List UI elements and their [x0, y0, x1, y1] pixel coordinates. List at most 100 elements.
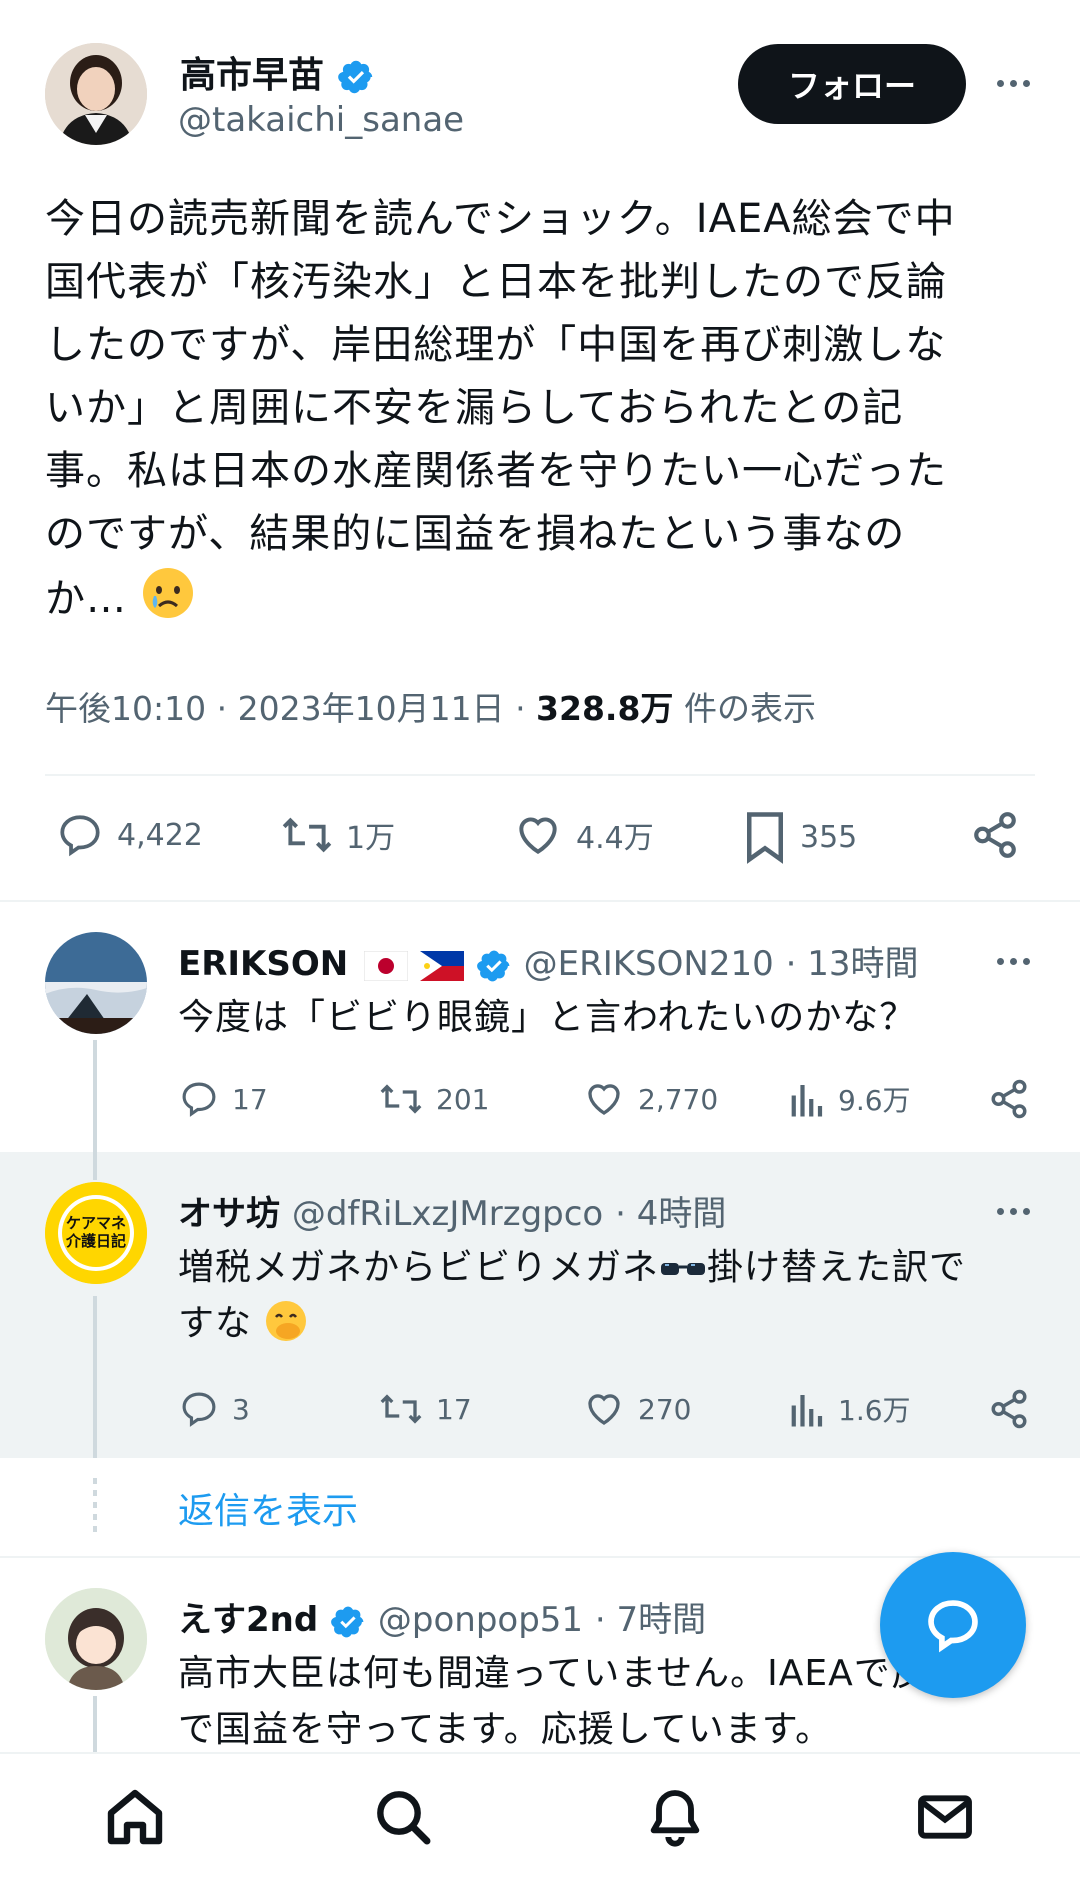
bookmark-icon — [747, 812, 783, 864]
philippines-flag-icon — [419, 950, 464, 981]
reply-button[interactable]: 4,422 — [55, 810, 203, 860]
reply-count: 3 — [232, 1392, 250, 1426]
thread-line — [93, 1152, 97, 1180]
share-icon — [991, 1079, 1027, 1119]
reply-button[interactable]: 17 — [178, 1078, 268, 1120]
retweet-button[interactable]: 17 — [378, 1388, 472, 1430]
reply-tweet[interactable]: ERIKSON @ERIKSON210 · 13時間 今度は「ビビり眼鏡」と言わ… — [0, 902, 1080, 1152]
views-button[interactable]: 1.6万 — [786, 1388, 911, 1430]
view-count: 1.6万 — [838, 1394, 911, 1427]
view-count-label: 件の表示 — [683, 689, 816, 728]
retweet-count: 201 — [436, 1082, 490, 1116]
verified-badge-icon — [337, 60, 372, 94]
reply-tweet[interactable]: ケアマネ 介護日記 オサ坊 @dfRiLxzJMrzgpco · 4時間 増税メ… — [0, 1152, 1080, 1458]
reply-text-line: 今度は「ビビり眼鏡」と言われたいのかな？ — [178, 997, 917, 1038]
crying-face-emoji-icon — [142, 568, 193, 618]
reply-text-segment: 掛け替えた訳で — [707, 1247, 967, 1288]
reply-author-handle[interactable]: @dfRiLxzJMrzgpco — [292, 1194, 603, 1234]
reply-count: 17 — [232, 1082, 268, 1116]
more-options-icon[interactable] — [988, 68, 1038, 98]
nav-home[interactable] — [100, 1782, 170, 1852]
nav-messages[interactable] — [910, 1782, 980, 1852]
thread-line — [93, 1296, 97, 1458]
author-name-text[interactable]: 高市早苗 — [180, 55, 324, 96]
envelope-icon — [918, 1795, 972, 1839]
reply-author[interactable]: オサ坊 @dfRiLxzJMrzgpco · 4時間 — [178, 1186, 726, 1235]
share-button[interactable] — [988, 1078, 1030, 1120]
compose-reply-button[interactable] — [880, 1552, 1026, 1698]
nav-notifications[interactable] — [640, 1782, 710, 1852]
nav-search[interactable] — [368, 1782, 438, 1852]
bar-chart-icon — [791, 1395, 823, 1427]
reply-avatar[interactable] — [45, 1588, 147, 1690]
heart-icon — [588, 1084, 620, 1115]
hand-over-mouth-emoji-icon — [266, 1301, 307, 1341]
more-options-icon[interactable] — [988, 946, 1038, 976]
reply-text-segment: すな — [178, 1303, 253, 1344]
divider — [45, 774, 1035, 776]
reply-author[interactable]: えす2nd @ponpop51 · 7時間 — [178, 1592, 706, 1641]
reply-text-line: 増税メガネからビビりメガネ 掛け替えた訳で — [178, 1240, 1028, 1296]
more-options-icon[interactable] — [988, 1196, 1038, 1226]
heart-icon — [519, 817, 557, 854]
bar-chart-icon — [791, 1085, 823, 1117]
tweet-text-line: したのですが、岸田総理が「中国を再び刺激しな — [45, 322, 947, 368]
view-count: 328.8万 — [536, 689, 674, 728]
share-button[interactable] — [970, 810, 1020, 860]
japan-flag-icon — [364, 950, 409, 981]
bookmark-button[interactable]: 355 — [742, 810, 857, 864]
tweet-text-line-last: か… — [45, 566, 1030, 631]
reply-text: 今度は「ビビり眼鏡」と言われたいのかな？ — [178, 990, 1028, 1046]
home-icon — [107, 1789, 163, 1845]
tweet-date[interactable]: 2023年10月11日 — [238, 689, 505, 728]
reply-author-name[interactable]: オサ坊 — [178, 1194, 280, 1234]
reply-author-handle[interactable]: @ponpop51 — [378, 1600, 583, 1640]
tweet-text-line: 今日の読売新聞を読んでショック。IAEA総会で中 — [45, 196, 956, 242]
reply-time[interactable]: 7時間 — [617, 1600, 707, 1640]
reply-time[interactable]: 13時間 — [807, 944, 918, 984]
author-name[interactable]: 高市早苗 — [180, 46, 375, 98]
main-tweet: 高市早苗 @takaichi_sanae フォロー 今日の読売新聞を読んでショッ… — [0, 0, 1080, 902]
bookmark-count: 355 — [800, 819, 858, 855]
glasses-emoji-icon — [661, 1263, 706, 1275]
reply-avatar-text: ケアマネ 介護日記 — [65, 1214, 126, 1250]
tweet-meta: 午後10:10 · 2023年10月11日 · 328.8万 件の表示 — [45, 689, 816, 728]
reply-author[interactable]: ERIKSON @ERIKSON210 · 13時間 — [178, 936, 918, 985]
retweet-count: 17 — [436, 1392, 472, 1426]
like-count: 270 — [638, 1392, 692, 1426]
reply-author-name[interactable]: ERIKSON — [178, 944, 348, 984]
tweet-time[interactable]: 午後10:10 — [45, 689, 206, 728]
reply-text-line: で国益を守ってます。応援しています。 — [178, 1709, 833, 1750]
retweet-icon — [380, 1084, 422, 1114]
reply-author-name[interactable]: えす2nd — [178, 1600, 318, 1640]
tweet-text: 今日の読売新聞を読んでショック。IAEA総会で中 国代表が「核汚染水」と日本を批… — [45, 188, 1030, 631]
speech-bubble-icon — [182, 1082, 216, 1117]
reply-text-segment: 増税メガネからビビりメガネ — [178, 1247, 660, 1288]
share-icon — [991, 1389, 1027, 1429]
thread-line — [93, 1696, 97, 1752]
retweet-button[interactable]: 1万 — [280, 810, 395, 860]
reply-button[interactable]: 3 — [178, 1388, 250, 1430]
reply-text-line: すな — [178, 1296, 1028, 1352]
tweet-text-line: 事。私は日本の水産関係者を守りたい一心だった — [45, 448, 947, 494]
retweet-button[interactable]: 201 — [378, 1078, 489, 1120]
reply-avatar[interactable]: ケアマネ 介護日記 — [45, 1182, 147, 1284]
retweet-icon — [380, 1394, 422, 1424]
thread-line — [93, 1040, 97, 1152]
tweet-text-line: 国代表が「核汚染水」と日本を批判したので反論 — [45, 259, 947, 305]
reply-time[interactable]: 4時間 — [637, 1194, 727, 1234]
like-button[interactable]: 4.4万 — [512, 810, 654, 860]
author-avatar[interactable] — [45, 43, 147, 145]
follow-button[interactable]: フォロー — [738, 44, 966, 124]
retweet-count: 1万 — [346, 821, 396, 856]
reply-avatar[interactable] — [45, 932, 147, 1034]
like-button[interactable]: 270 — [582, 1388, 691, 1430]
show-replies-link[interactable]: 返信を表示 — [178, 1482, 358, 1534]
views-button[interactable]: 9.6万 — [786, 1078, 911, 1120]
tweet-text-line: いか」と周囲に不安を漏らしておられたとの記 — [45, 385, 904, 431]
reply-author-handle[interactable]: @ERIKSON210 — [524, 944, 774, 984]
like-button[interactable]: 2,770 — [582, 1078, 718, 1120]
author-handle[interactable]: @takaichi_sanae — [178, 100, 464, 140]
share-button[interactable] — [988, 1388, 1030, 1430]
verified-badge-icon — [476, 950, 510, 981]
